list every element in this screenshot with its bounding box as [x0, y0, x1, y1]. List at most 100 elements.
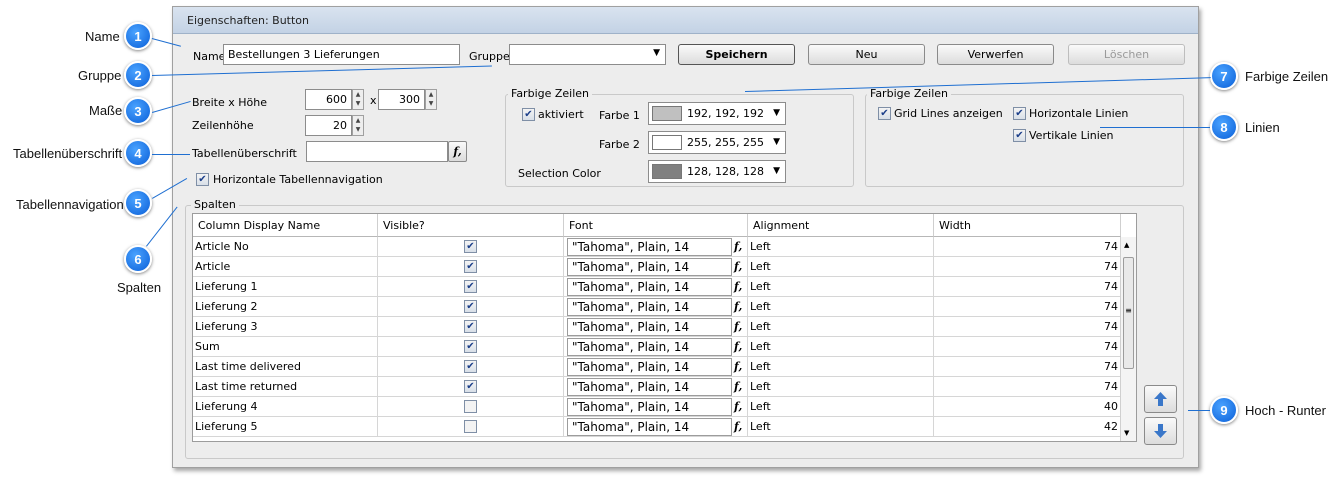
visible-checkbox[interactable]: ✔	[464, 340, 477, 353]
font-field[interactable]: "Tahoma", Plain, 14	[567, 298, 732, 316]
cell-alignment[interactable]: Left	[748, 297, 934, 317]
column-header-alignment[interactable]: Alignment	[748, 214, 934, 237]
visible-checkbox[interactable]: ✔	[464, 260, 477, 273]
formula-icon[interactable]: f,	[734, 280, 742, 293]
font-field[interactable]: "Tahoma", Plain, 14	[567, 238, 732, 256]
cell-alignment[interactable]: Left	[748, 397, 934, 417]
cell-alignment[interactable]: Left	[748, 377, 934, 397]
formula-icon[interactable]: f,	[734, 380, 742, 393]
scroll-thumb[interactable]: ≡	[1123, 257, 1134, 369]
cell-name[interactable]: Article No	[193, 237, 378, 257]
visible-checkbox[interactable]: ✔	[464, 280, 477, 293]
visible-checkbox[interactable]: ✔	[464, 380, 477, 393]
cell-alignment[interactable]: Left	[748, 257, 934, 277]
font-field[interactable]: "Tahoma", Plain, 14	[567, 398, 732, 416]
cell-name[interactable]: Lieferung 2	[193, 297, 378, 317]
formula-icon[interactable]: f,	[734, 260, 742, 273]
cell-width[interactable]: 74	[934, 317, 1121, 337]
formula-icon[interactable]: f,	[734, 340, 742, 353]
cell-width[interactable]: 74	[934, 277, 1121, 297]
formula-icon[interactable]: f,	[734, 300, 742, 313]
color1-select[interactable]: 192, 192, 192 ▼	[648, 102, 786, 125]
name-field[interactable]: Bestellungen 3 Lieferungen	[223, 44, 460, 65]
move-down-button[interactable]	[1144, 417, 1177, 445]
visible-checkbox[interactable]: ✔	[464, 360, 477, 373]
new-button[interactable]: Neu	[808, 44, 925, 65]
cell-name[interactable]: Article	[193, 257, 378, 277]
horizontal-lines-checkbox[interactable]: ✔	[1013, 107, 1026, 120]
table-row[interactable]: Article ✔ "Tahoma", Plain, 14 f, Left 74	[193, 257, 1121, 277]
cell-width[interactable]: 74	[934, 237, 1121, 257]
table-row[interactable]: Lieferung 3 ✔ "Tahoma", Plain, 14 f, Left 74	[193, 317, 1121, 337]
table-row[interactable]: Lieferung 2 ✔ "Tahoma", Plain, 14 f, Left 74	[193, 297, 1121, 317]
cell-alignment[interactable]: Left	[748, 317, 934, 337]
move-up-button[interactable]	[1144, 385, 1177, 413]
column-header-width[interactable]: Width	[934, 214, 1121, 237]
cell-width[interactable]: 74	[934, 357, 1121, 377]
font-field[interactable]: "Tahoma", Plain, 14	[567, 418, 732, 436]
table-row[interactable]: Sum ✔ "Tahoma", Plain, 14 f, Left 74	[193, 337, 1121, 357]
table-row[interactable]: Lieferung 1 ✔ "Tahoma", Plain, 14 f, Left 74	[193, 277, 1121, 297]
visible-checkbox[interactable]: ✔	[464, 320, 477, 333]
colored-rows-enabled-checkbox[interactable]: ✔	[522, 108, 535, 121]
table-row[interactable]: Article No ✔ "Tahoma", Plain, 14 f, Left 74	[193, 237, 1121, 257]
column-header-name[interactable]: Column Display Name	[193, 214, 378, 237]
cell-width[interactable]: 74	[934, 377, 1121, 397]
font-field[interactable]: "Tahoma", Plain, 14	[567, 318, 732, 336]
font-field[interactable]: "Tahoma", Plain, 14	[567, 358, 732, 376]
cell-width[interactable]: 74	[934, 297, 1121, 317]
color2-select[interactable]: 255, 255, 255 ▼	[648, 131, 786, 154]
row-height-input[interactable]: 20	[305, 115, 352, 136]
cell-name[interactable]: Last time delivered	[193, 357, 378, 377]
cell-name[interactable]: Sum	[193, 337, 378, 357]
cell-width[interactable]: 74	[934, 257, 1121, 277]
caption-formula-button[interactable]: f,	[448, 141, 467, 162]
formula-icon[interactable]: f,	[734, 420, 742, 433]
cell-alignment[interactable]: Left	[748, 277, 934, 297]
cell-alignment[interactable]: Left	[748, 337, 934, 357]
cell-alignment[interactable]: Left	[748, 237, 934, 257]
cell-name[interactable]: Last time returned	[193, 377, 378, 397]
width-input[interactable]: 600	[305, 89, 352, 110]
cell-name[interactable]: Lieferung 1	[193, 277, 378, 297]
column-header-visible[interactable]: Visible?	[378, 214, 564, 237]
selection-color-select[interactable]: 128, 128, 128 ▼	[648, 160, 786, 183]
discard-button[interactable]: Verwerfen	[937, 44, 1054, 65]
cell-width[interactable]: 74	[934, 337, 1121, 357]
row-height-spinner[interactable]: ▲ ▼	[352, 115, 364, 136]
cell-name[interactable]: Lieferung 3	[193, 317, 378, 337]
formula-icon[interactable]: f,	[734, 400, 742, 413]
table-scrollbar[interactable]: ▲ ≡ ▼	[1120, 237, 1136, 441]
table-row[interactable]: Last time delivered ✔ "Tahoma", Plain, 14 f…	[193, 357, 1121, 377]
height-input[interactable]: 300	[378, 89, 425, 110]
cell-alignment[interactable]: Left	[748, 417, 934, 437]
font-field[interactable]: "Tahoma", Plain, 14	[567, 378, 732, 396]
save-button[interactable]: Speichern	[678, 44, 795, 65]
cell-name[interactable]: Lieferung 4	[193, 397, 378, 417]
visible-checkbox[interactable]: ✔	[464, 300, 477, 313]
caption-input[interactable]	[306, 141, 448, 162]
column-header-font[interactable]: Font	[564, 214, 748, 237]
visible-checkbox[interactable]: ✔	[464, 400, 477, 413]
nav-checkbox[interactable]: ✔	[196, 173, 209, 186]
width-spinner[interactable]: ▲ ▼	[352, 89, 364, 110]
font-field[interactable]: "Tahoma", Plain, 14	[567, 278, 732, 296]
font-field[interactable]: "Tahoma", Plain, 14	[567, 258, 732, 276]
font-field[interactable]: "Tahoma", Plain, 14	[567, 338, 732, 356]
delete-button[interactable]: Löschen	[1068, 44, 1185, 65]
formula-icon[interactable]: f,	[734, 320, 742, 333]
height-spinner[interactable]: ▲ ▼	[425, 89, 437, 110]
table-row[interactable]: Lieferung 5✔"Tahoma", Plain, 14f,Left42	[193, 417, 1121, 437]
cell-alignment[interactable]: Left	[748, 357, 934, 377]
grid-lines-checkbox[interactable]: ✔	[878, 107, 891, 120]
table-row[interactable]: Lieferung 4✔"Tahoma", Plain, 14f,Left40	[193, 397, 1121, 417]
cell-width[interactable]: 42	[934, 417, 1121, 437]
scroll-up-icon[interactable]: ▲	[1124, 241, 1129, 249]
table-row[interactable]: Last time returned ✔ "Tahoma", Plain, 14 f,…	[193, 377, 1121, 397]
formula-icon[interactable]: f,	[734, 240, 742, 253]
visible-checkbox[interactable]: ✔	[464, 420, 477, 433]
scroll-down-icon[interactable]: ▼	[1124, 429, 1129, 437]
formula-icon[interactable]: f,	[734, 360, 742, 373]
vertical-lines-checkbox[interactable]: ✔	[1013, 129, 1026, 142]
visible-checkbox[interactable]: ✔	[464, 240, 477, 253]
